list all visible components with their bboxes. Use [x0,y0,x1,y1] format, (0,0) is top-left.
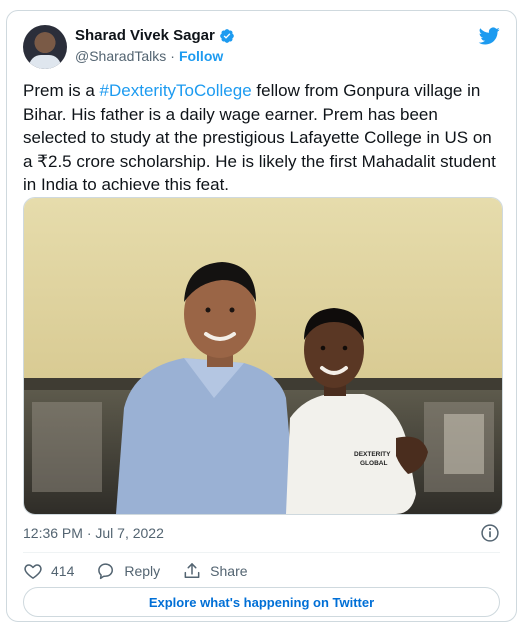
tweet-timestamp[interactable]: 12:36 PM · Jul 7, 2022 [23,525,164,541]
tweet-photo[interactable]: DEXTERITY GLOBAL [23,197,503,515]
explore-twitter-button[interactable]: Explore what's happening on Twitter [23,587,500,617]
tweet-text-start: Prem is a [23,81,100,100]
tweet-text: Prem is a #DexterityToCollege fellow fro… [23,79,503,197]
avatar[interactable] [23,25,67,69]
photo-image: DEXTERITY GLOBAL [24,198,502,514]
tweet-card: Sharad Vivek Sagar @SharadTalks · Follow… [6,10,517,622]
reply-icon [98,563,114,580]
author-name-row: Sharad Vivek Sagar [75,27,235,44]
reply-label: Reply [124,563,161,579]
share-icon [184,563,200,578]
verified-badge-icon [219,28,234,43]
author-handle-row: @SharadTalks · Follow [75,48,223,64]
divider [23,552,500,553]
hashtag-link[interactable]: #DexterityToCollege [100,81,252,100]
like-count: 414 [51,563,75,579]
share-button[interactable]: Share [182,561,248,581]
shirt-logo-line2: GLOBAL [360,460,387,467]
follow-button[interactable]: Follow [179,48,223,64]
info-icon[interactable] [480,523,500,543]
author-name[interactable]: Sharad Vivek Sagar [75,27,215,44]
share-label: Share [210,563,248,579]
heart-icon [24,564,42,579]
like-button[interactable]: 414 [23,561,74,581]
action-bar: 414 Reply Share [23,561,270,581]
dot-separator: · [170,48,175,64]
author-handle[interactable]: @SharadTalks [75,48,166,64]
twitter-logo-icon[interactable] [478,25,500,47]
reply-button[interactable]: Reply [96,561,160,581]
shirt-logo-line1: DEXTERITY [354,451,391,458]
